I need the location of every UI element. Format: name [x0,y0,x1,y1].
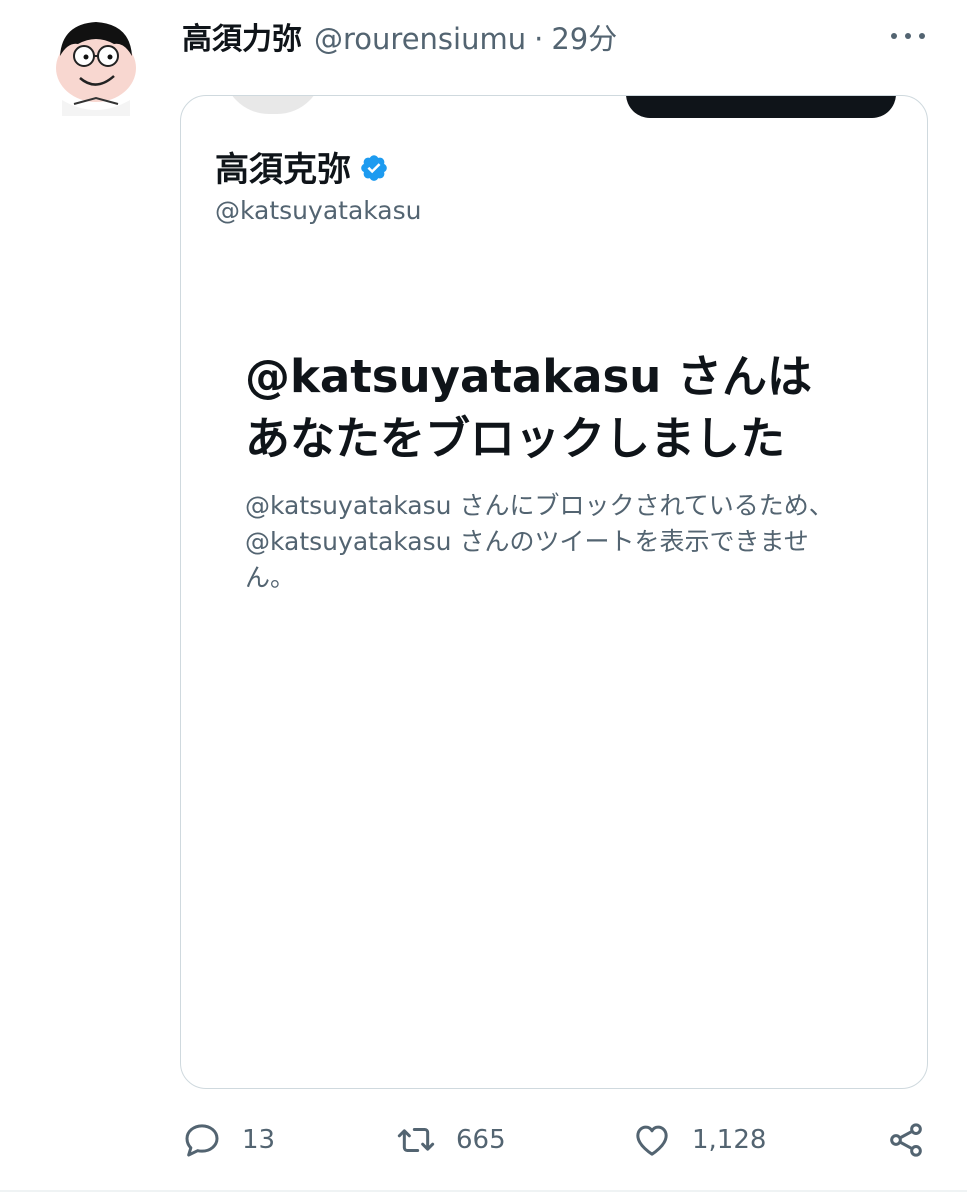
blocked-profile-handle: @katsuyatakasu [215,196,422,225]
like-button[interactable]: 1,128 [632,1118,766,1162]
cropped-button [626,96,896,118]
blocked-description: @katsuyatakasu さんにブロックされているため、 @katsuyat… [245,488,865,596]
action-bar: 13 665 1,128 [0,1110,967,1170]
more-horizontal-icon[interactable] [891,26,925,46]
like-icon [632,1120,672,1160]
retweet-button[interactable]: 665 [396,1118,506,1162]
reply-button[interactable]: 13 [182,1118,275,1162]
retweet-count: 665 [456,1125,506,1155]
blocked-description-line: ん。 [245,563,296,592]
embedded-media-card[interactable]: 高須克弥 @katsuyatakasu @katsuyatakasu さんは あ… [180,95,928,1089]
display-name[interactable]: 高須力弥 [182,14,302,58]
blocked-title: @katsuyatakasu さんは あなたをブロックしました [245,346,885,470]
tweet-header: 高須力弥 @rourensiumu · 29分 [182,14,617,64]
divider [0,1190,967,1192]
user-handle[interactable]: @rourensiumu [314,22,526,56]
blocked-title-line: あなたをブロックしました [245,412,786,465]
cartoon-avatar-icon[interactable] [44,12,148,116]
blocked-profile-name-text: 高須克弥 [215,150,351,190]
reply-count: 13 [242,1125,276,1155]
share-icon [886,1120,926,1160]
separator: · [534,22,544,56]
reply-icon [182,1120,222,1160]
cropped-avatar [223,96,323,114]
share-button[interactable] [886,1118,926,1162]
tweet[interactable]: 高須力弥 @rourensiumu · 29分 高須克弥 @katsuyatak… [0,0,967,1200]
timestamp[interactable]: 29分 [551,16,617,58]
blocked-description-line: @katsuyatakasu さんのツイートを表示できませ [245,527,809,556]
verified-badge-icon [359,152,389,182]
retweet-icon [396,1120,436,1160]
blocked-title-line: @katsuyatakasu さんは [245,350,812,403]
blocked-profile-name: 高須克弥 [215,142,389,191]
like-count: 1,128 [692,1125,767,1155]
blocked-description-line: @katsuyatakasu さんにブロックされているため、 [245,491,834,520]
